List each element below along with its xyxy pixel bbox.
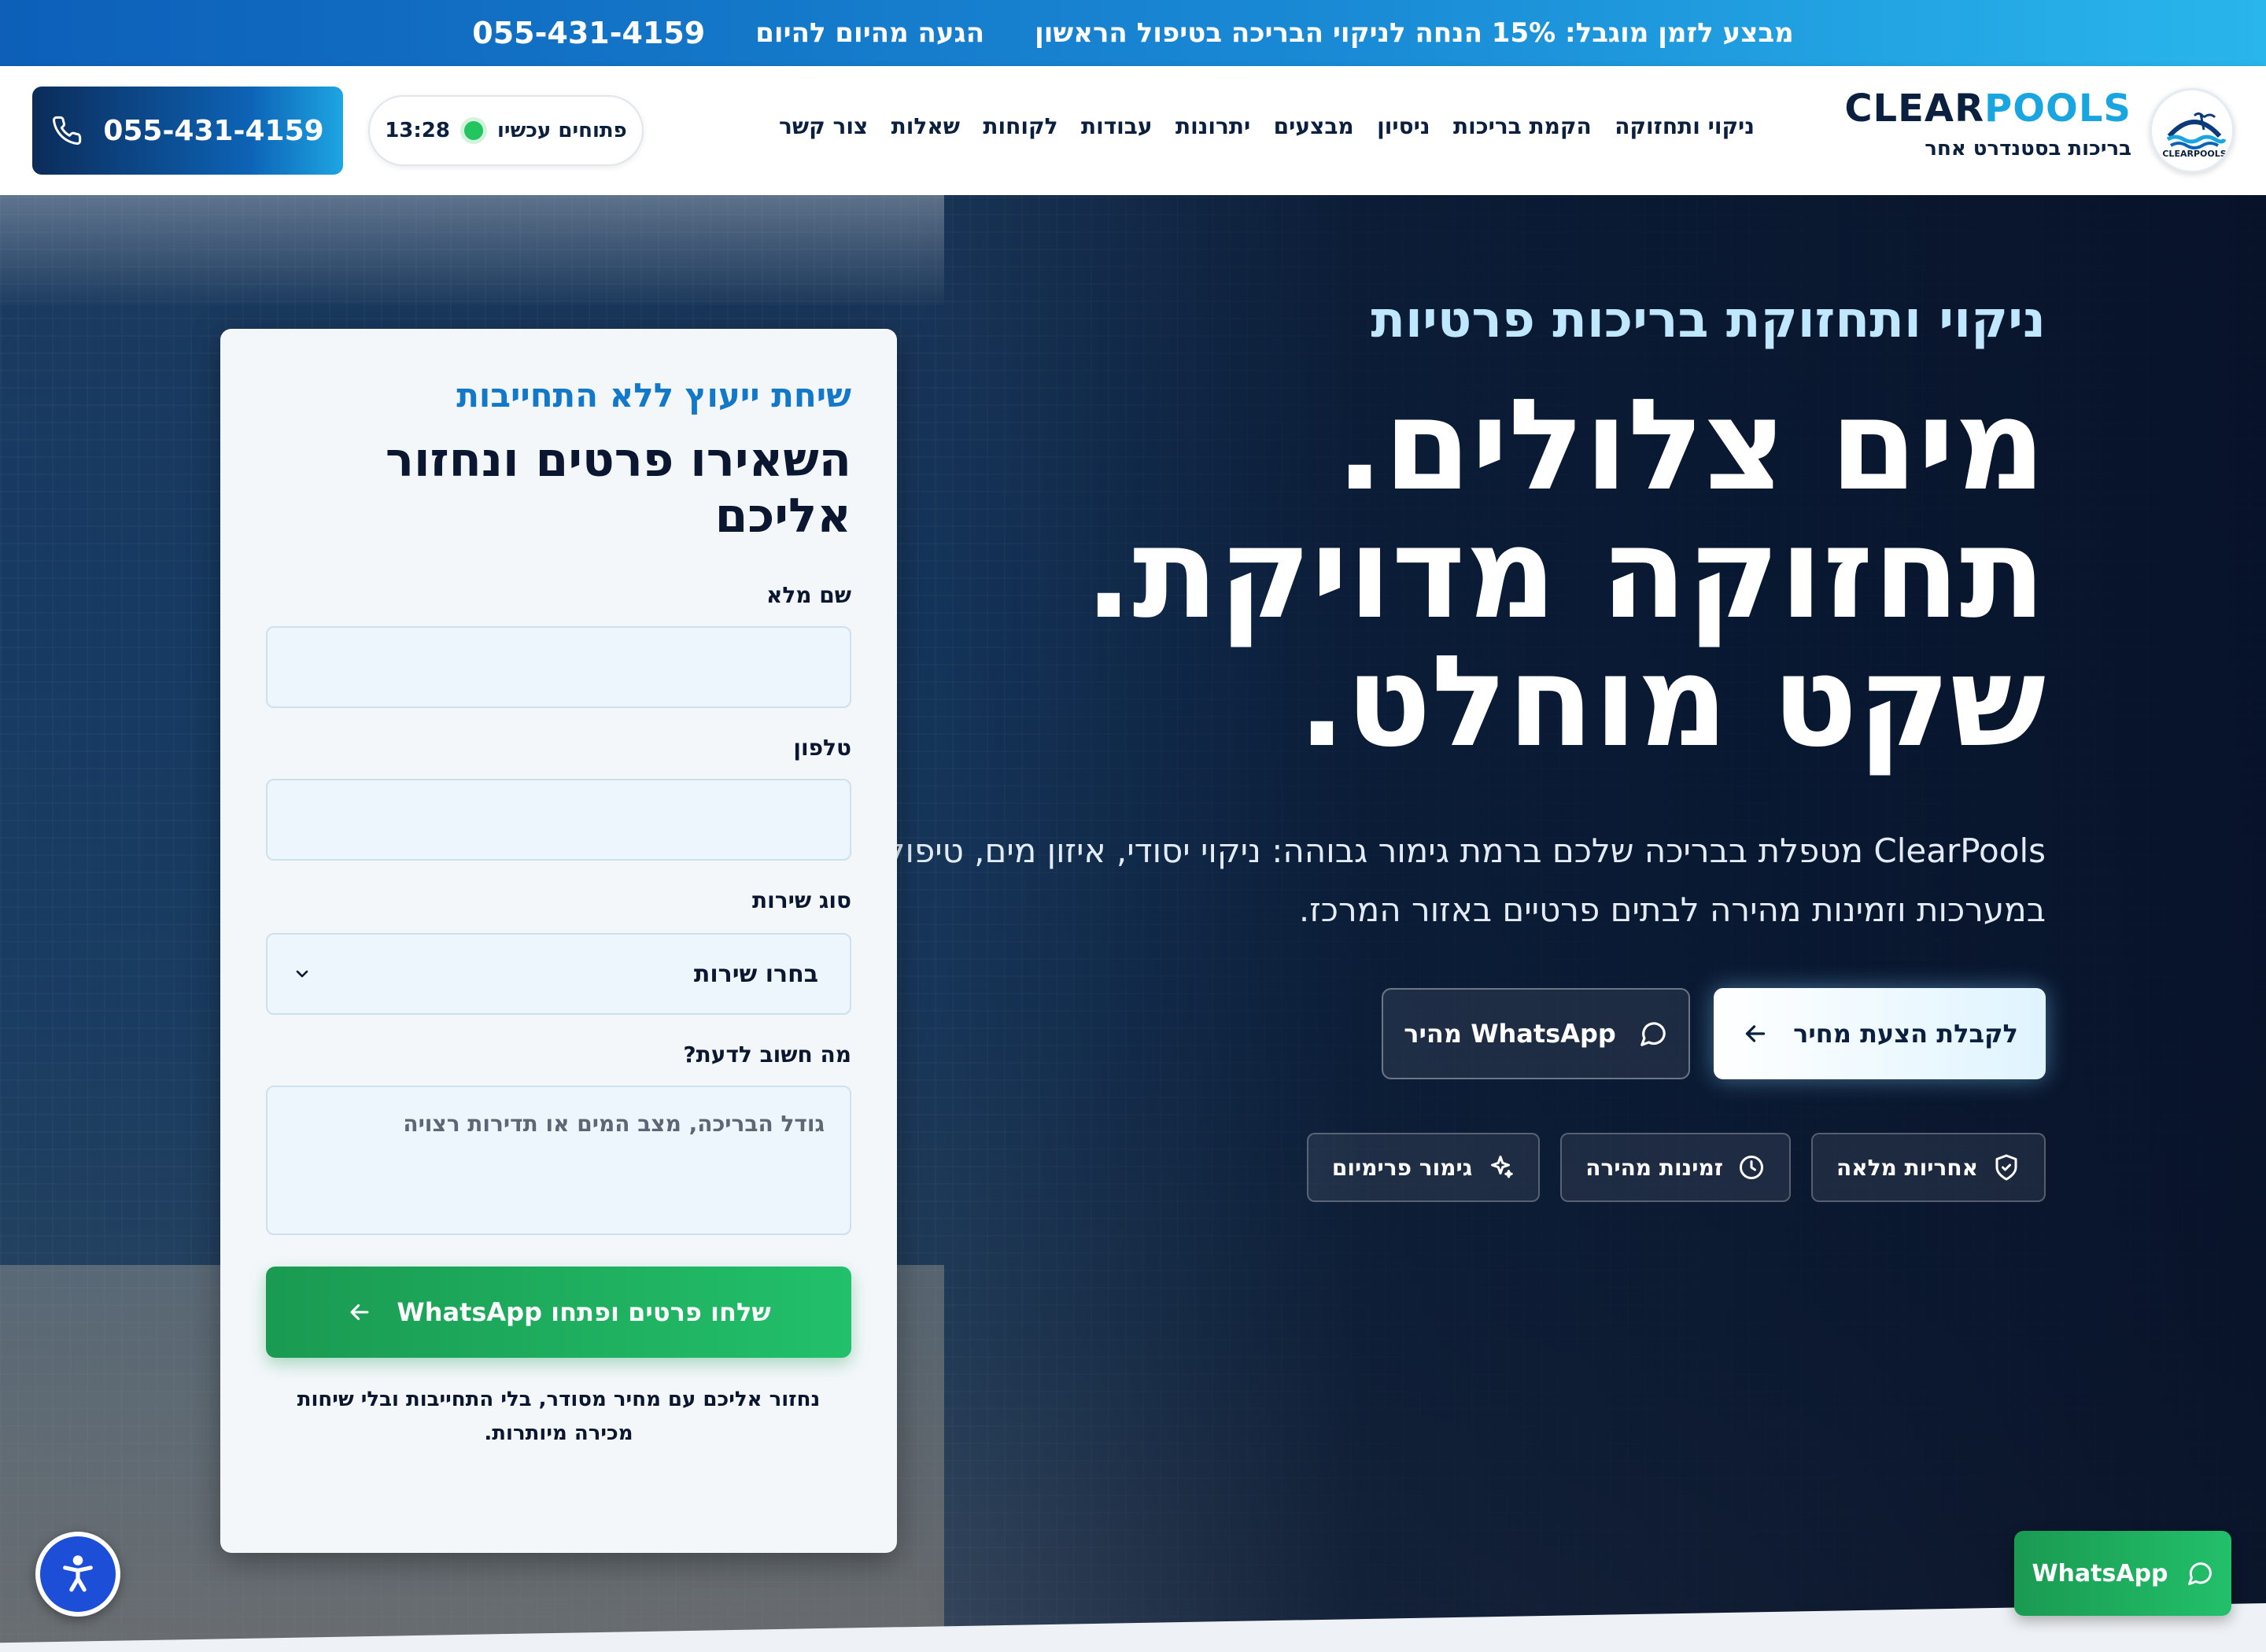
form-title: השאירו פרטים ונחזור אליכם bbox=[385, 433, 851, 544]
notes-label: מה חשוב לדעת? bbox=[683, 1042, 851, 1068]
submit-whatsapp-button[interactable]: שלחו פרטים ופתחו WhatsApp bbox=[266, 1267, 851, 1358]
whatsapp-float-label: WhatsApp bbox=[2032, 1559, 2168, 1587]
phone-icon bbox=[53, 116, 82, 145]
service-select[interactable]: בחרו שירות bbox=[266, 933, 851, 1015]
brand-tagline: בריכות בסטנדרט אחר bbox=[1925, 137, 2131, 160]
badge-fast-availability: זמינות מהירה bbox=[1560, 1133, 1791, 1202]
nav-item-projects[interactable]: עבודות bbox=[1081, 113, 1153, 139]
get-quote-button[interactable]: לקבלת הצעת מחיר bbox=[1714, 988, 2046, 1079]
phone-input[interactable] bbox=[266, 779, 851, 861]
call-button[interactable]: 055-431-4159 bbox=[32, 87, 343, 175]
hero-subtitle: ClearPools מטפלת בבריכה שלכם ברמת גימור … bbox=[886, 831, 2046, 930]
hero-headline: מים צלולים. תחזוקה מדויקת. שקט מוחלט. bbox=[865, 381, 2046, 766]
promo-today: הגעה מהיום להיום bbox=[755, 17, 985, 49]
nav-item-advantages[interactable]: יתרונות bbox=[1175, 113, 1250, 139]
call-button-number: 055-431-4159 bbox=[103, 114, 324, 147]
chat-bubble-icon bbox=[2187, 1562, 2212, 1585]
hero-cta-row: לקבלת הצעת מחיר WhatsApp מהיר bbox=[1382, 988, 2046, 1079]
brand-name: CLEARPOOLS bbox=[1844, 87, 2131, 131]
service-label: סוג שירות bbox=[752, 887, 851, 913]
badge-full-warranty: אחריות מלאה bbox=[1810, 1133, 2046, 1202]
svg-text:CLEARPOOLS: CLEARPOOLS bbox=[2162, 149, 2226, 159]
promo-bar: מבצע לזמן מוגבל: 15% הנחה לניקוי הבריכה … bbox=[0, 0, 2266, 66]
notes-textarea[interactable] bbox=[266, 1086, 851, 1235]
hero-headline-line-1: מים צלולים. bbox=[1335, 371, 2046, 518]
get-quote-label: לקבלת הצעת מחיר bbox=[1793, 1019, 2018, 1049]
nav-item-cleaning[interactable]: ניקוי ותחזוקה bbox=[1615, 113, 1755, 139]
hero-headline-line-3: שקט מוחלט. bbox=[1297, 628, 2046, 776]
lead-form-card: שיחת ייעוץ ללא התחייבות השאירו פרטים ונח… bbox=[220, 329, 897, 1553]
chevron-down-icon bbox=[296, 970, 308, 978]
pool-edge-image bbox=[0, 195, 944, 305]
site-header: CLEARPOOLS CLEARPOOLS בריכות בסטנדרט אחר… bbox=[0, 66, 2266, 195]
badge-premium-finish: גימור פרימיום bbox=[1306, 1133, 1541, 1202]
current-time: 13:28 bbox=[385, 119, 450, 142]
nav-item-faq[interactable]: שאלות bbox=[891, 113, 960, 139]
badge-label: גימור פרימיום bbox=[1331, 1154, 1473, 1181]
hero-text: ניקוי ותחזוקת בריכות פרטיות מים צלולים. … bbox=[865, 291, 2046, 940]
name-input[interactable] bbox=[266, 626, 851, 708]
pool-logo-icon[interactable]: CLEARPOOLS bbox=[2150, 88, 2235, 173]
open-status-label: פתוחים עכשיו bbox=[496, 119, 627, 142]
whatsapp-quick-label: WhatsApp מהיר bbox=[1404, 1019, 1616, 1049]
nav-item-clients[interactable]: לקוחות bbox=[983, 113, 1057, 139]
nav-item-contact[interactable]: צור קשר bbox=[779, 113, 868, 139]
main-nav: ניקוי ותחזוקה הקמת בריכות ניסיון מבצעים … bbox=[779, 113, 1755, 139]
hero-badges: אחריות מלאה זמינות מהירה גימור פרימיום bbox=[1306, 1133, 2046, 1202]
badge-label: אחריות מלאה bbox=[1836, 1154, 1978, 1181]
form-eyebrow: שיחת ייעוץ ללא התחייבות bbox=[456, 376, 851, 415]
hero-headline-line-2: תחזוקה מדויקת. bbox=[1084, 500, 2046, 647]
nav-item-pool-building[interactable]: הקמת בריכות bbox=[1453, 113, 1592, 139]
open-status-pill: פתוחים עכשיו 13:28 bbox=[368, 95, 644, 166]
nav-item-experience[interactable]: ניסיון bbox=[1377, 113, 1430, 139]
sparkle-icon bbox=[1491, 1156, 1513, 1178]
whatsapp-float-button[interactable]: WhatsApp bbox=[2014, 1531, 2231, 1616]
shield-check-icon bbox=[1995, 1154, 2017, 1181]
chat-bubble-icon bbox=[1640, 1022, 1666, 1046]
form-disclaimer: נחזור אליכם עם מחיר מסודר, בלי התחייבות … bbox=[297, 1388, 821, 1445]
arrow-left-icon bbox=[350, 1304, 369, 1321]
submit-label: שלחו פרטים ופתחו WhatsApp bbox=[397, 1297, 771, 1327]
whatsapp-quick-button[interactable]: WhatsApp מהיר bbox=[1382, 988, 1690, 1079]
name-label: שם מלא bbox=[766, 582, 851, 608]
badge-label: זמינות מהירה bbox=[1585, 1154, 1723, 1181]
clock-icon bbox=[1739, 1156, 1763, 1179]
phone-label: טלפון bbox=[793, 735, 851, 761]
arrow-left-icon bbox=[1745, 1025, 1766, 1042]
brand-logo[interactable]: CLEARPOOLS בריכות בסטנדרט אחר bbox=[1844, 90, 2131, 160]
status-dot-icon bbox=[463, 121, 483, 140]
hero-eyebrow: ניקוי ותחזוקת בריכות פרטיות bbox=[1371, 291, 2046, 349]
accessibility-icon[interactable] bbox=[35, 1532, 120, 1617]
promo-phone-link[interactable]: 055-431-4159 bbox=[472, 16, 705, 50]
nav-item-deals[interactable]: מבצעים bbox=[1274, 113, 1354, 139]
service-select-value: בחרו שירות bbox=[693, 960, 818, 988]
promo-offer: מבצע לזמן מוגבל: 15% הנחה לניקוי הבריכה … bbox=[1035, 17, 1794, 49]
